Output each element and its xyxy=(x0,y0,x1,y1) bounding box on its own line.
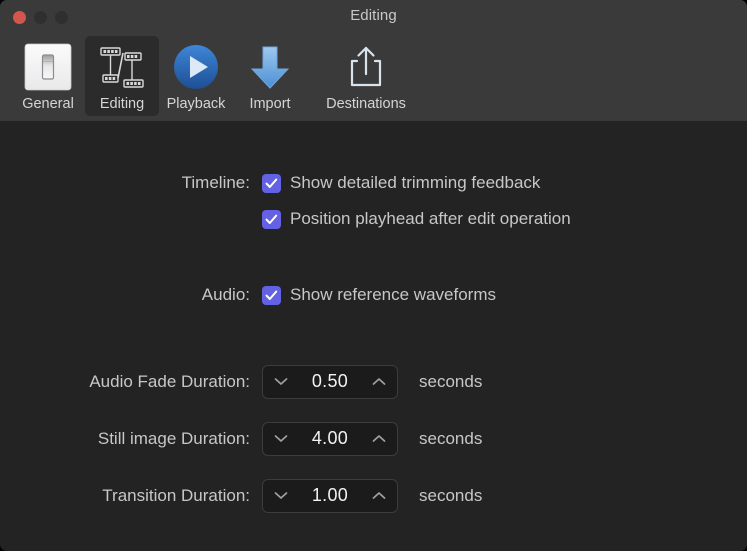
share-box-icon xyxy=(336,39,396,95)
audio-label: Audio: xyxy=(0,285,262,305)
checkbox-box[interactable] xyxy=(262,210,281,229)
checkbox-position-playhead-after-edit-operation[interactable]: Position playhead after edit operation xyxy=(262,201,571,237)
timeline-section: Timeline: Show detailed trimming feedbac… xyxy=(0,121,747,237)
toolbar-item-destinations-label: Destinations xyxy=(326,96,406,112)
toolbar-item-general-label: General xyxy=(22,96,74,112)
chevron-up-icon[interactable] xyxy=(372,430,386,448)
chevron-up-icon[interactable] xyxy=(372,487,386,505)
transition-duration-label: Transition Duration: xyxy=(0,486,262,506)
still-image-duration-label: Still image Duration: xyxy=(0,429,262,449)
chevron-down-icon[interactable] xyxy=(274,373,288,391)
still-image-duration-stepper[interactable]: 4.00 xyxy=(262,422,398,456)
checkbox-box[interactable] xyxy=(262,174,281,193)
timeline-row-2: Position playhead after edit operation xyxy=(0,201,747,237)
toolbar-item-playback-label: Playback xyxy=(167,96,226,112)
window-title: Editing xyxy=(0,7,747,24)
toolbar-item-destinations[interactable]: Destinations xyxy=(307,36,425,116)
toolbar-item-general[interactable]: General xyxy=(11,36,85,116)
audio-row-1: Audio: Show reference waveforms xyxy=(0,277,747,313)
toolbar-item-import-label: Import xyxy=(249,96,290,112)
chevron-down-icon[interactable] xyxy=(274,430,288,448)
checkbox-show-detailed-trimming-feedback[interactable]: Show detailed trimming feedback xyxy=(262,165,540,201)
chevron-down-icon[interactable] xyxy=(274,487,288,505)
preferences-toolbar: General xyxy=(0,36,747,121)
play-circle-icon xyxy=(166,39,226,95)
toolbar-item-editing[interactable]: Editing xyxy=(85,36,159,116)
chevron-up-icon[interactable] xyxy=(372,373,386,391)
transition-duration-value[interactable]: 1.00 xyxy=(312,485,348,506)
checkbox-label: Show detailed trimming feedback xyxy=(290,173,540,193)
still-image-duration-row: Still image Duration: 4.00 seconds xyxy=(0,410,747,467)
checkmark-icon xyxy=(264,176,279,191)
title-bar: Editing xyxy=(0,0,747,36)
checkbox-box[interactable] xyxy=(262,286,281,305)
preferences-content: Timeline: Show detailed trimming feedbac… xyxy=(0,121,747,551)
audio-fade-duration-row: Audio Fade Duration: 0.50 seconds xyxy=(0,353,747,410)
checkmark-icon xyxy=(264,288,279,303)
preferences-window: Editing xyxy=(0,0,747,551)
checkmark-icon xyxy=(264,212,279,227)
toolbar-item-playback[interactable]: Playback xyxy=(159,36,233,116)
transition-duration-row: Transition Duration: 1.00 seconds xyxy=(0,467,747,524)
durations-section: Audio Fade Duration: 0.50 seconds xyxy=(0,313,747,524)
film-strips-icon xyxy=(92,39,152,95)
transition-duration-units: seconds xyxy=(419,486,482,506)
checkbox-label: Show reference waveforms xyxy=(290,285,496,305)
timeline-label: Timeline: xyxy=(0,173,262,193)
audio-fade-duration-label: Audio Fade Duration: xyxy=(0,372,262,392)
audio-section: Audio: Show reference waveforms xyxy=(0,237,747,313)
still-image-duration-value[interactable]: 4.00 xyxy=(312,428,348,449)
checkbox-show-reference-waveforms[interactable]: Show reference waveforms xyxy=(262,277,496,313)
down-arrow-icon xyxy=(240,39,300,95)
transition-duration-stepper[interactable]: 1.00 xyxy=(262,479,398,513)
checkbox-label: Position playhead after edit operation xyxy=(290,209,571,229)
audio-fade-duration-value[interactable]: 0.50 xyxy=(312,371,348,392)
toolbar-item-editing-label: Editing xyxy=(100,96,144,112)
toolbar-item-import[interactable]: Import xyxy=(233,36,307,116)
still-image-duration-units: seconds xyxy=(419,429,482,449)
timeline-row-1: Timeline: Show detailed trimming feedbac… xyxy=(0,165,747,201)
audio-fade-duration-units: seconds xyxy=(419,372,482,392)
audio-fade-duration-stepper[interactable]: 0.50 xyxy=(262,365,398,399)
switch-plate-icon xyxy=(18,39,78,95)
